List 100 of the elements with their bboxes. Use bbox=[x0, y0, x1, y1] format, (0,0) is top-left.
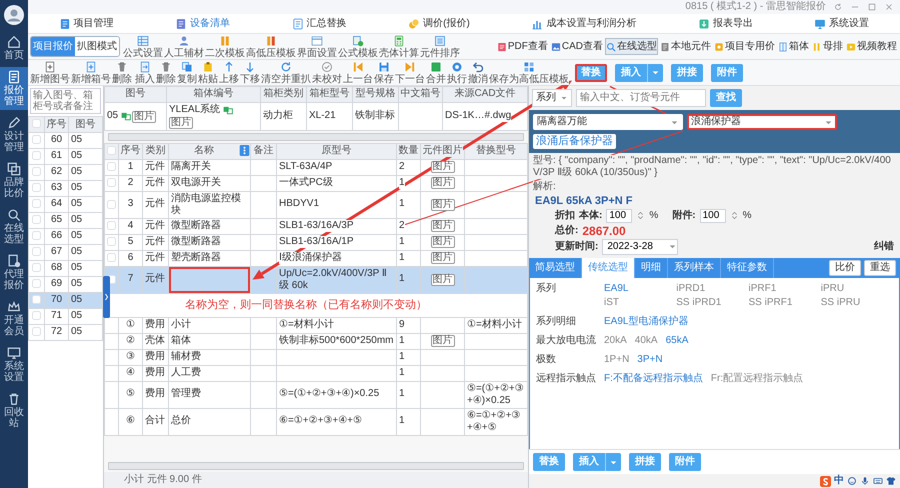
option-link[interactable]: iPRD1 bbox=[676, 282, 748, 295]
toolbar-button[interactable]: 未校对 bbox=[312, 60, 342, 84]
avatar[interactable] bbox=[4, 5, 24, 25]
scope-dropdown[interactable]: 系列 bbox=[532, 89, 572, 107]
toolbar-button[interactable]: 新增箱号 bbox=[71, 60, 111, 84]
sidebar-item[interactable]: 首页 bbox=[0, 32, 28, 64]
image-badge[interactable]: 图片 bbox=[132, 110, 156, 123]
toolbar-button[interactable]: 合并 bbox=[426, 60, 446, 84]
search-field[interactable]: 输入中文、订货号元件 bbox=[576, 89, 706, 107]
sidebar-item[interactable]: 品牌比价 bbox=[0, 159, 28, 202]
toolbar-button[interactable]: 下移 bbox=[240, 60, 260, 84]
image-badge[interactable]: 图片 bbox=[430, 236, 454, 248]
option-link[interactable]: 3P+N bbox=[637, 354, 663, 366]
toolbar-button[interactable]: 粘贴 bbox=[198, 60, 218, 84]
sidebar-item[interactable]: 开通会员 bbox=[0, 297, 28, 340]
toolbar-button[interactable]: CAD查看 bbox=[550, 38, 604, 55]
row-checkbox[interactable] bbox=[32, 247, 41, 256]
toolbar-button[interactable]: 人工辅材 bbox=[164, 34, 204, 58]
dropdown-button[interactable] bbox=[647, 64, 663, 82]
toolbar-button[interactable]: 公式设置 bbox=[123, 34, 163, 58]
horizontal-scrollbar[interactable] bbox=[108, 462, 524, 470]
collapse-handle[interactable] bbox=[103, 276, 110, 318]
toolbar-button[interactable]: 项目专用价 bbox=[713, 38, 776, 55]
toolbar-button[interactable]: 上移 bbox=[219, 60, 239, 84]
sidebar-item[interactable]: 设计管理 bbox=[0, 113, 28, 156]
refresh-button[interactable] bbox=[833, 2, 843, 12]
sidebar-item[interactable]: 系统设置 bbox=[0, 343, 28, 386]
category-select[interactable]: 浪涌保护器 bbox=[687, 114, 837, 130]
option-link[interactable]: Fr:配置远程指示触点 bbox=[710, 372, 804, 385]
toolbar-button[interactable]: 撤消 bbox=[468, 60, 488, 84]
toolbar-button[interactable]: 元件排序 bbox=[420, 34, 460, 58]
toolbar-button[interactable]: 保存为高低压模板 bbox=[489, 60, 569, 84]
option-link[interactable]: EA9L bbox=[604, 282, 676, 295]
toolbar-button[interactable]: 删除 bbox=[112, 60, 132, 84]
number-field[interactable]: 100 bbox=[606, 208, 632, 223]
option-link[interactable]: F:不配备远程指示触点 bbox=[604, 372, 703, 385]
menu-tab[interactable]: 项目管理 bbox=[54, 16, 118, 32]
toolbar-button[interactable]: 壳体计算 bbox=[379, 34, 419, 58]
row-checkbox[interactable] bbox=[32, 183, 41, 192]
row-checkbox[interactable] bbox=[32, 151, 41, 160]
mode-tab[interactable]: 扒图模式 bbox=[75, 37, 119, 56]
row-checkbox[interactable] bbox=[32, 327, 41, 336]
row-checkbox[interactable] bbox=[32, 311, 41, 320]
keyboard-icon[interactable] bbox=[873, 476, 883, 486]
menu-tab[interactable]: 系统设置 bbox=[810, 16, 874, 32]
row-checkbox[interactable] bbox=[107, 237, 116, 246]
row-checkbox[interactable] bbox=[32, 199, 41, 208]
microphone-icon[interactable] bbox=[860, 476, 870, 486]
option-link[interactable]: 1P+N bbox=[604, 354, 630, 366]
toolbar-button[interactable]: 本地元件 bbox=[659, 38, 712, 55]
toolbar-button[interactable]: 下一台 bbox=[395, 60, 425, 84]
sidebar-item[interactable]: 在线选型 bbox=[0, 205, 28, 248]
toolbar-button[interactable]: 高低压模板 bbox=[246, 34, 296, 58]
dropdown-button[interactable] bbox=[605, 453, 621, 471]
option-link[interactable]: 40kA bbox=[634, 334, 658, 347]
category-select[interactable]: 隔离器万能 bbox=[533, 114, 683, 130]
row-checkbox[interactable] bbox=[32, 295, 41, 304]
tab-action-button[interactable]: 重选 bbox=[864, 260, 896, 276]
row-checkbox[interactable] bbox=[32, 263, 41, 272]
date-select[interactable]: 2022-3-28 bbox=[602, 238, 678, 255]
image-badge[interactable]: 图片 bbox=[430, 161, 454, 174]
input-mode-toggle[interactable]: 中 bbox=[834, 475, 844, 487]
option-link[interactable]: 20kA bbox=[604, 334, 627, 347]
row-checkbox[interactable] bbox=[32, 215, 41, 224]
shirt-icon[interactable] bbox=[886, 476, 896, 486]
tab-action-button[interactable]: 比价 bbox=[829, 260, 861, 276]
toolbar-button[interactable]: 插入 bbox=[135, 60, 155, 84]
menu-tab[interactable]: 汇总替换 bbox=[288, 16, 351, 32]
menu-tab[interactable]: 设备清单 bbox=[171, 16, 234, 32]
image-badge[interactable]: 图片 bbox=[430, 198, 454, 211]
toolbar-button[interactable]: 复制 bbox=[177, 60, 197, 84]
row-checkbox[interactable] bbox=[107, 162, 116, 171]
row-checkbox[interactable] bbox=[107, 221, 116, 230]
row-checkbox[interactable] bbox=[32, 231, 41, 240]
toolbar-button[interactable]: 公式模板 bbox=[338, 34, 378, 58]
menu-tab[interactable]: 报表导出 bbox=[694, 16, 757, 32]
toolbar-button[interactable]: 执行 bbox=[447, 60, 467, 84]
image-badge[interactable]: 图片 bbox=[169, 116, 193, 129]
report-link[interactable]: 纠错 bbox=[874, 240, 894, 253]
search-field[interactable]: 输入图号、箱柜号或者备注 bbox=[30, 88, 101, 114]
row-checkbox[interactable] bbox=[32, 279, 41, 288]
row-checkbox[interactable] bbox=[107, 253, 116, 262]
maximize-button[interactable] bbox=[867, 2, 877, 12]
sidebar-item[interactable]: 回收站 bbox=[0, 389, 28, 432]
image-badge[interactable]: 图片 bbox=[430, 177, 454, 190]
toolbar-button[interactable]: 在线选型 bbox=[605, 38, 658, 55]
option-link[interactable]: iST bbox=[604, 296, 676, 309]
image-badge[interactable]: 图片 bbox=[430, 274, 454, 286]
toolbar-button[interactable]: 二次模板 bbox=[205, 34, 245, 58]
row-checkbox[interactable] bbox=[32, 167, 41, 176]
subcategory-button[interactable]: 浪涌后备保护器 bbox=[533, 134, 616, 149]
horizontal-scrollbar[interactable] bbox=[108, 132, 524, 141]
menu-tab[interactable]: 调价(报价) bbox=[404, 16, 474, 32]
close-button[interactable] bbox=[884, 2, 894, 12]
option-link[interactable]: iPRU bbox=[820, 282, 893, 295]
dots-icon[interactable] bbox=[239, 144, 250, 156]
sidebar-item[interactable]: 代理报价 bbox=[0, 251, 28, 294]
toolbar-button[interactable]: 箱体 bbox=[777, 38, 810, 55]
select-all-checkbox[interactable] bbox=[32, 119, 41, 128]
sidebar-item[interactable]: 报价管理 bbox=[0, 67, 28, 110]
